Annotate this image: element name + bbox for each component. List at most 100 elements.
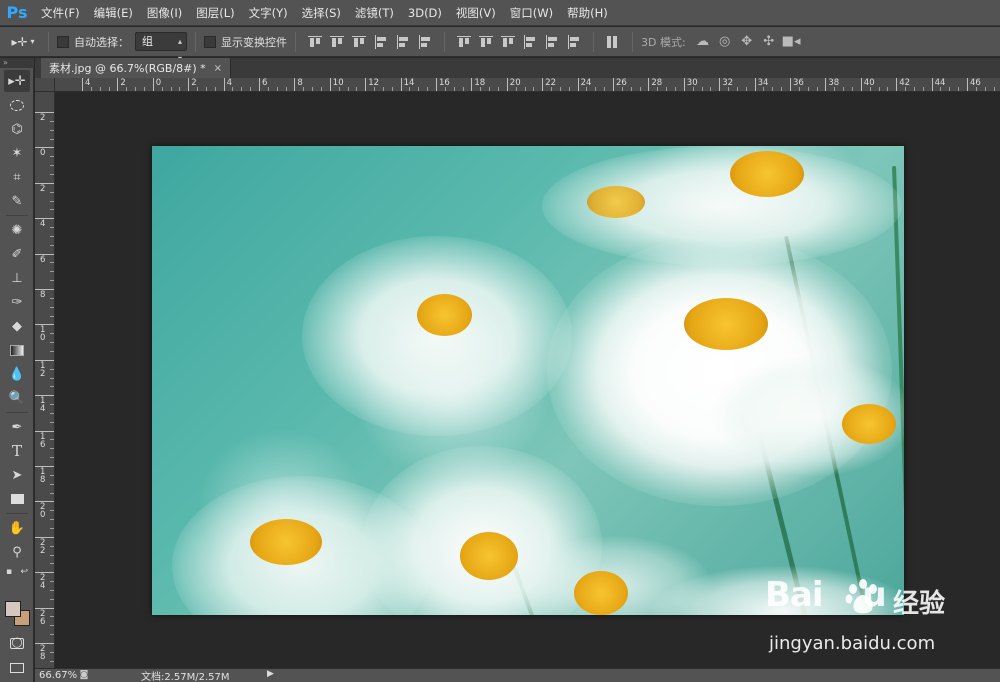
distribute-1-icon[interactable]	[456, 34, 472, 50]
divider	[6, 412, 28, 413]
align-5-icon[interactable]	[395, 34, 411, 50]
ruler-origin[interactable]	[35, 78, 55, 92]
ruler-minor-tick	[108, 87, 110, 91]
document-size: 文档:2.57M/2.57M	[141, 672, 230, 682]
zoom-level-field[interactable]: 66.67%	[35, 670, 77, 681]
distribute-3-icon[interactable]	[500, 34, 516, 50]
foreground-color-swatch[interactable]	[5, 601, 21, 617]
auto-select-checkbox[interactable]	[57, 35, 69, 48]
ruler-minor-tick	[798, 87, 800, 91]
close-icon[interactable]: ×	[214, 63, 222, 74]
align-4-icon[interactable]	[373, 34, 389, 50]
3d-scale-icon[interactable]: ■◂	[782, 33, 801, 51]
3d-pan-icon[interactable]: ✥	[738, 33, 756, 51]
show-transform-label: 显示变换控件	[221, 35, 287, 49]
ruler-minor-tick	[50, 271, 54, 273]
menu-item[interactable]: 文件(F)	[34, 0, 87, 26]
ruler-minor-tick	[50, 377, 54, 379]
eyedropper-tool[interactable]: ✎	[4, 190, 30, 212]
vertical-ruler[interactable]: 2 0 2 4 6 8 10 12 14 16 18 20 22 24 26 28	[35, 92, 55, 668]
menu-item[interactable]: 视图(V)	[449, 0, 503, 26]
ruler-tick-label: 28	[40, 644, 46, 662]
ruler-tick: 12	[35, 359, 54, 378]
ruler-minor-tick	[50, 350, 54, 352]
align-3-icon[interactable]	[351, 34, 367, 50]
menu-item[interactable]: 3D(D)	[401, 0, 449, 26]
ruler-minor-tick	[50, 227, 54, 229]
horizontal-ruler[interactable]: 4 2 0 2 4 6 8 10 12 14 16 18 20 22 24 26 28 30 32 34 36 38 40 4…	[55, 78, 1000, 92]
history-brush-tool[interactable]: ✑	[4, 291, 30, 313]
distribute-2-icon[interactable]	[478, 34, 494, 50]
path-selection-tool[interactable]: ➤	[4, 464, 30, 486]
brush-tool[interactable]: ✐	[4, 243, 30, 265]
status-bar: 66.67% ◙ 文档:2.57M/2.57M ▶	[35, 668, 1000, 682]
auto-select-dropdown[interactable]: 组 ▴▾	[135, 32, 187, 63]
clone-stamp-tool[interactable]: ⊥	[4, 267, 30, 289]
ruler-tick-label: 4	[226, 78, 233, 88]
baidu-jingyan-watermark: Bai u 经验 jingyan.baidu.com	[765, 575, 985, 665]
document-tab[interactable]: 素材.jpg @ 66.7%(RGB/8#) * ×	[41, 58, 232, 78]
daisy-center	[684, 298, 768, 350]
distribute-6-icon[interactable]	[566, 34, 582, 50]
ruler-minor-tick	[50, 156, 54, 158]
move-tool-preset-icon[interactable]: ▸✛ ▾	[6, 32, 40, 52]
menu-item[interactable]: 滤镜(T)	[348, 0, 401, 26]
menu-bar: Ps 文件(F) 编辑(E) 图像(I) 图层(L) 文字(Y) 选择(S) 滤镜(T) 3D…	[0, 0, 1000, 26]
menu-item[interactable]: 编辑(E)	[87, 0, 140, 26]
3d-orbit-icon[interactable]: ☁	[694, 33, 712, 51]
lasso-tool[interactable]: ⌬	[4, 118, 30, 140]
ruler-minor-tick	[427, 87, 429, 91]
status-menu-arrow-icon[interactable]: ▶	[267, 669, 274, 679]
ruler-minor-tick	[50, 581, 54, 583]
auto-align-icon[interactable]	[605, 34, 621, 50]
ruler-tick-label: 12	[40, 360, 46, 379]
magic-wand-tool[interactable]: ✶	[4, 142, 30, 164]
3d-roll-icon[interactable]: ◎	[716, 33, 734, 51]
screen-mode-button[interactable]	[4, 657, 30, 679]
default-colors-icon: ▪	[6, 567, 13, 577]
menu-item[interactable]: 文字(Y)	[242, 0, 295, 26]
ruler-minor-tick	[179, 87, 181, 91]
ruler-minor-tick	[50, 563, 54, 565]
distribute-5-icon[interactable]	[544, 34, 560, 50]
healing-brush-tool[interactable]: ✺	[4, 219, 30, 241]
align-1-icon[interactable]	[307, 34, 323, 50]
ruler-minor-tick	[250, 87, 252, 91]
menu-item[interactable]: 选择(S)	[295, 0, 348, 26]
blur-tool[interactable]: 💧	[4, 363, 30, 385]
crop-tool[interactable]: ⌗	[4, 166, 30, 188]
menu-item[interactable]: 窗口(W)	[503, 0, 560, 26]
menu-item[interactable]: 帮助(H)	[560, 0, 615, 26]
document-info-icon[interactable]: ◙	[77, 670, 91, 682]
ruler-tick-label: 20	[40, 502, 46, 521]
gradient-tool[interactable]	[4, 339, 30, 361]
ruler-tick: 34	[754, 78, 768, 91]
menu-item[interactable]: 图像(I)	[140, 0, 189, 26]
dodge-tool[interactable]: 🔍	[4, 387, 30, 409]
move-tool[interactable]: ▸✛	[4, 70, 30, 92]
toolbar-collapse-handle[interactable]: »	[0, 58, 34, 68]
align-2-icon[interactable]	[329, 34, 345, 50]
type-tool[interactable]: T	[4, 440, 30, 462]
swap-colors[interactable]: ▪ ↩	[4, 565, 30, 579]
hand-tool[interactable]: ✋	[4, 517, 30, 539]
ruler-minor-tick	[843, 87, 845, 91]
marquee-tool[interactable]	[4, 94, 30, 116]
zoom-tool[interactable]: ⚲	[4, 541, 30, 563]
ruler-minor-tick	[524, 87, 526, 91]
menu-item[interactable]: 图层(L)	[189, 0, 241, 26]
show-transform-checkbox[interactable]	[204, 35, 216, 48]
align-6-icon[interactable]	[417, 34, 433, 50]
rectangle-tool[interactable]	[4, 488, 30, 510]
pen-tool[interactable]: ✒	[4, 416, 30, 438]
eraser-tool[interactable]: ◆	[4, 315, 30, 337]
ruler-tick: 24	[577, 78, 591, 91]
ruler-minor-tick	[382, 87, 384, 91]
distribute-4-icon[interactable]	[522, 34, 538, 50]
3d-slide-icon[interactable]: ✣	[760, 33, 778, 51]
ruler-minor-tick	[50, 262, 54, 264]
ruler-tick: 28	[35, 643, 54, 661]
document-image[interactable]	[152, 146, 904, 615]
quick-mask-button[interactable]: ○	[4, 632, 30, 654]
ruler-minor-tick	[50, 165, 54, 167]
